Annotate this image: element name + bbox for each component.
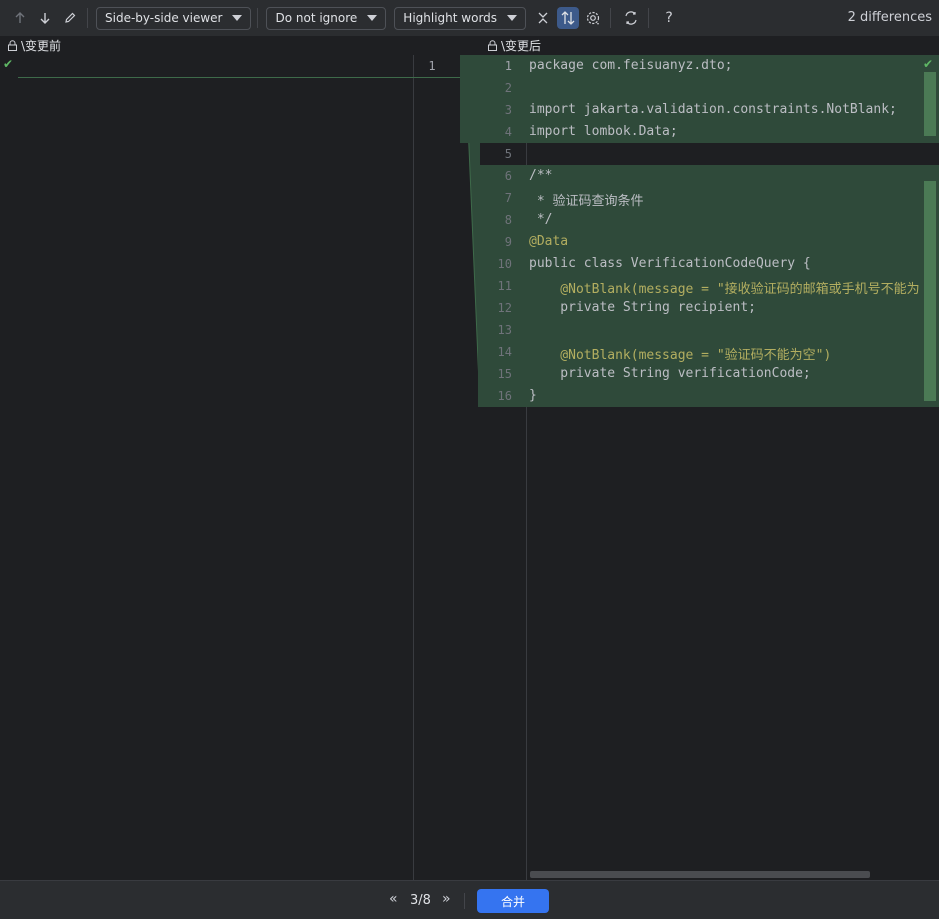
diff-toolbar: Side-by-side viewer Do not ignore Highli… [0,0,939,36]
arrow-down-icon[interactable] [34,7,56,29]
line-number: 8 [504,213,512,227]
change-counter: 3/8 [410,893,431,908]
line-number: 7 [504,191,512,205]
line-number: 12 [497,301,512,315]
line-number: 14 [497,345,512,359]
line-number: 13 [497,323,512,337]
highlight-label: Highlight words [403,11,498,25]
highlight-dropdown[interactable]: Highlight words [394,6,527,30]
chevrons-left-icon[interactable]: « [389,891,398,907]
toolbar-separator [87,8,88,28]
line-number: 3 [504,103,512,117]
lock-icon [8,39,17,51]
code-line[interactable]: private String recipient; [529,300,925,315]
differences-count: 2 differences [847,10,932,25]
whitespace-dropdown[interactable]: Do not ignore [266,6,387,30]
left-pane-header: \变更前 [7,36,61,54]
gear-icon[interactable] [582,7,604,29]
code-line[interactable]: @NotBlank(message = "验证码不能为空") [529,344,925,363]
insertion-marker-line [18,77,460,78]
horizontal-scrollbar[interactable] [530,871,870,878]
line-number: 10 [497,257,512,271]
code-line[interactable]: package com.feisuanyz.dto; [529,58,925,73]
chevron-down-icon [367,15,378,21]
change-marker[interactable] [924,181,936,401]
divider [464,893,465,909]
swap-sides-icon[interactable] [620,7,642,29]
code-line[interactable]: private String verificationCode; [529,366,925,381]
line-number: 6 [504,169,512,183]
line-number: 15 [497,367,512,381]
left-editor[interactable] [0,55,414,880]
line-number: 9 [504,235,512,249]
right-pane-title: \变更后 [501,38,542,53]
collapse-icon[interactable] [532,7,554,29]
code-line[interactable]: * 验证码查询条件 [529,190,925,209]
left-pane-title: \变更前 [21,38,62,53]
code-line[interactable]: @NotBlank(message = "接收验证码的邮箱或手机号不能为 [529,278,925,297]
sync-scroll-icon[interactable] [557,7,580,29]
lock-icon [488,39,497,51]
code-line[interactable]: import lombok.Data; [529,124,925,139]
line-number: 5 [504,147,512,161]
code-line[interactable]: } [529,388,925,403]
checkmark-icon: ✔ [3,57,14,71]
code-line[interactable]: /** [529,168,925,183]
change-marker[interactable] [924,72,936,136]
toolbar-separator [610,8,612,28]
bottom-bar: « 3/8 » 合并 [0,880,939,919]
help-icon[interactable]: ? [658,7,680,29]
toolbar-separator [257,8,259,28]
merge-button[interactable]: 合并 [477,889,549,913]
viewer-mode-label: Side-by-side viewer [105,11,223,25]
code-line[interactable]: */ [529,212,925,227]
line-number: 4 [504,125,512,139]
line-number: 11 [497,279,512,293]
line-number: 1 [504,59,512,73]
code-line[interactable]: @Data [529,234,925,249]
code-line[interactable]: import jakarta.validation.constraints.No… [529,102,925,117]
pencil-icon[interactable] [59,7,81,29]
arrow-up-icon[interactable] [9,7,31,29]
toolbar-separator [648,8,650,28]
chevron-down-icon [507,15,518,21]
whitespace-label: Do not ignore [275,11,358,25]
right-pane-header: \变更后 [487,36,541,54]
viewer-mode-dropdown[interactable]: Side-by-side viewer [96,6,252,30]
code-line[interactable]: public class VerificationCodeQuery { [529,256,925,271]
line-number: 16 [497,389,512,403]
chevrons-right-icon[interactable]: » [442,891,451,907]
line-number: 2 [504,81,512,95]
chevron-down-icon [232,15,243,21]
